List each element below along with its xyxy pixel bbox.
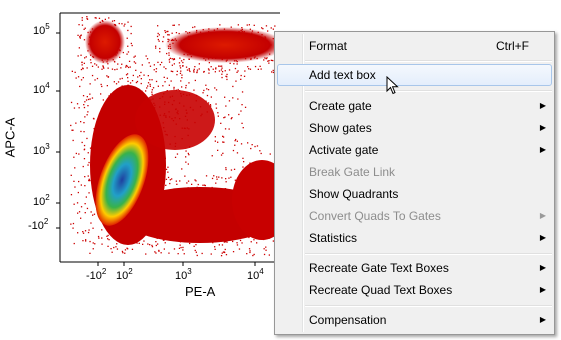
- population-top-band: [165, 27, 285, 63]
- menu-item-statistics[interactable]: Statistics ▶: [277, 227, 552, 249]
- chevron-right-icon: ▶: [539, 263, 546, 272]
- x-tick-label: -102: [86, 267, 107, 282]
- chevron-right-icon: ▶: [539, 101, 546, 110]
- menu-item-label: Break Gate Link: [309, 165, 396, 179]
- y-tick-label: 104: [33, 81, 50, 96]
- menu-item-compensation[interactable]: Compensation ▶: [277, 309, 552, 331]
- menu-item-label: Compensation: [309, 313, 387, 327]
- menu-item-show-gates[interactable]: Show gates ▶: [277, 117, 552, 139]
- menu-item-recreate-gate-text-boxes[interactable]: Recreate Gate Text Boxes ▶: [277, 257, 552, 279]
- x-tick-label: 103: [175, 267, 192, 282]
- x-tick-label: 102: [116, 267, 133, 282]
- menu-item-recreate-quad-text-boxes[interactable]: Recreate Quad Text Boxes ▶: [277, 279, 552, 301]
- menu-item-label: Show Quadrants: [309, 187, 399, 201]
- context-menu: Format Ctrl+F Add text box Create gate ▶…: [274, 31, 555, 335]
- chevron-right-icon: ▶: [539, 123, 546, 132]
- x-axis-label: PE-A: [185, 284, 216, 299]
- chevron-right-icon: ▶: [539, 211, 546, 220]
- chevron-right-icon: ▶: [539, 285, 546, 294]
- menu-item-label: Add text box: [309, 68, 376, 82]
- menu-item-label: Create gate: [309, 99, 372, 113]
- menu-item-format[interactable]: Format Ctrl+F: [277, 35, 552, 57]
- menu-item-activate-gate[interactable]: Activate gate ▶: [277, 139, 552, 161]
- y-tick-label: 102: [33, 193, 50, 208]
- menu-item-add-text-box[interactable]: Add text box: [277, 64, 552, 86]
- menu-item-label: Convert Quads To Gates: [309, 209, 441, 223]
- menu-item-label: Activate gate: [309, 143, 379, 157]
- menu-item-label: Statistics: [309, 231, 358, 245]
- y-tick-label: 103: [33, 142, 50, 157]
- menu-item-convert-quads-to-gates[interactable]: Convert Quads To Gates ▶: [277, 205, 552, 227]
- population-top-left: [85, 20, 125, 64]
- chevron-right-icon: ▶: [539, 315, 546, 324]
- menu-separator: [305, 60, 552, 62]
- x-tick-label: 104: [247, 267, 264, 282]
- chevron-right-icon: ▶: [539, 233, 546, 242]
- chevron-right-icon: ▶: [539, 145, 546, 154]
- y-tick-label: -102: [28, 217, 49, 232]
- menu-item-label: Recreate Quad Text Boxes: [309, 283, 453, 297]
- menu-item-label: Format: [309, 39, 348, 53]
- menu-item-create-gate[interactable]: Create gate ▶: [277, 95, 552, 117]
- menu-item-break-gate-link[interactable]: Break Gate Link: [277, 161, 552, 183]
- menu-item-label: Show gates: [309, 121, 372, 135]
- menu-item-label: Recreate Gate Text Boxes: [309, 261, 449, 275]
- menu-separator: [305, 90, 552, 92]
- y-tick-label: 105: [33, 22, 50, 37]
- menu-separator: [305, 305, 552, 307]
- menu-item-show-quadrants[interactable]: Show Quadrants: [277, 183, 552, 205]
- menu-separator: [305, 253, 552, 255]
- mouse-pointer-icon: [386, 76, 399, 95]
- population-mid-band: [135, 90, 215, 150]
- menu-item-shortcut: Ctrl+F: [496, 39, 529, 53]
- y-axis-label: APC-A: [2, 117, 18, 158]
